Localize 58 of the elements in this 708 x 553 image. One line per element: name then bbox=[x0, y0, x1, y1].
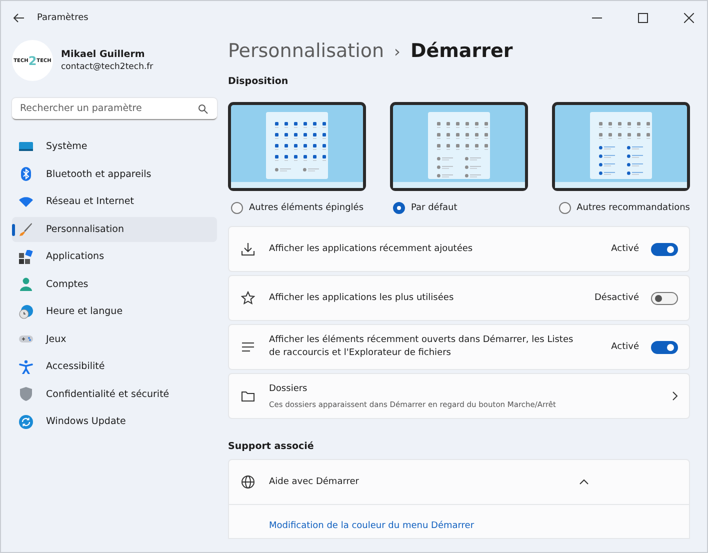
start-layout-preview-drawing[interactable] bbox=[552, 102, 690, 191]
accessibility-icon bbox=[19, 360, 33, 374]
clock-globe-icon bbox=[19, 304, 33, 318]
breadcrumb-separator: › bbox=[394, 42, 400, 61]
sidebar-item[interactable]: Comptes bbox=[12, 272, 217, 296]
breadcrumb-parent[interactable]: Personnalisation bbox=[228, 40, 384, 62]
sidebar-item[interactable]: Confidentialité et sécurité bbox=[12, 382, 217, 406]
apps-icon bbox=[19, 250, 33, 264]
help-expander[interactable]: Aide avec Démarrer bbox=[228, 459, 690, 505]
toggle-switch[interactable] bbox=[651, 242, 678, 256]
back-arrow-icon[interactable] bbox=[13, 12, 25, 22]
user-name: Mikael Guillerm bbox=[61, 49, 146, 60]
chevron-right-icon bbox=[672, 391, 678, 401]
window-title: Paramètres bbox=[37, 12, 88, 22]
sync-icon bbox=[19, 414, 33, 428]
sidebar-item[interactable]: Personnalisation bbox=[12, 216, 217, 242]
toggle-status: Activé bbox=[611, 244, 639, 254]
search-field[interactable]: Rechercher un paramètre bbox=[12, 98, 217, 120]
bluetooth-icon bbox=[19, 167, 33, 181]
toggle-switch[interactable] bbox=[651, 340, 678, 354]
search-icon bbox=[198, 104, 208, 114]
maximize-icon[interactable] bbox=[638, 12, 648, 22]
start-layout-preview-drawing[interactable] bbox=[390, 102, 528, 191]
wifi-icon bbox=[19, 194, 33, 208]
close-icon[interactable] bbox=[684, 12, 694, 22]
setting-label: Dossiers bbox=[269, 383, 308, 396]
sidebar-item[interactable]: Réseau et Internet bbox=[12, 189, 217, 214]
sidebar-item[interactable]: Accessibilité bbox=[12, 354, 217, 379]
toggle-switch[interactable] bbox=[651, 292, 678, 304]
help-link[interactable]: Modification de la couleur du menu Démarrer bbox=[269, 521, 474, 531]
user-email: contact@tech2tech.fr bbox=[61, 62, 154, 72]
page-title: Démarrer bbox=[410, 40, 513, 62]
paintbrush-icon bbox=[19, 222, 33, 236]
shield-icon bbox=[19, 387, 33, 401]
star-icon bbox=[241, 291, 255, 305]
download-icon bbox=[241, 242, 255, 256]
layout-radio-button[interactable]: Autres recommandations bbox=[558, 202, 690, 214]
lines-icon bbox=[241, 340, 255, 354]
sidebar-item[interactable]: Jeux bbox=[12, 326, 217, 352]
sidebar-item[interactable]: Bluetooth et appareils bbox=[12, 162, 217, 186]
globe-icon bbox=[241, 475, 255, 489]
layout-radio-button[interactable]: Par défaut bbox=[393, 202, 458, 214]
sidebar-item[interactable]: Windows Update bbox=[12, 409, 217, 434]
toggle-status: Activé bbox=[611, 342, 639, 352]
toggle-status: Désactivé bbox=[594, 293, 639, 303]
sidebar-item[interactable]: Applications bbox=[12, 244, 217, 269]
section-heading: Support associé bbox=[228, 441, 315, 452]
start-layout-preview-drawing[interactable] bbox=[228, 102, 366, 191]
monitor-icon bbox=[19, 140, 33, 154]
section-heading: Disposition bbox=[228, 76, 290, 87]
layout-radio-button[interactable]: Autres éléments épinglés bbox=[231, 202, 364, 214]
setting-label: Afficher les applications récemment ajoutées bbox=[269, 242, 474, 256]
person-icon bbox=[19, 277, 33, 291]
sidebar-item[interactable]: Système bbox=[12, 134, 217, 159]
setting-label: Afficher les éléments récemment ouverts dans Démarrer, les Listes de raccourcis et l'Explorateur de fichiers bbox=[269, 334, 574, 360]
sidebar-item[interactable]: Heure et langue bbox=[12, 299, 217, 324]
setting-label: Afficher les applications les plus utilisées bbox=[269, 292, 455, 304]
folder-icon bbox=[241, 389, 255, 403]
